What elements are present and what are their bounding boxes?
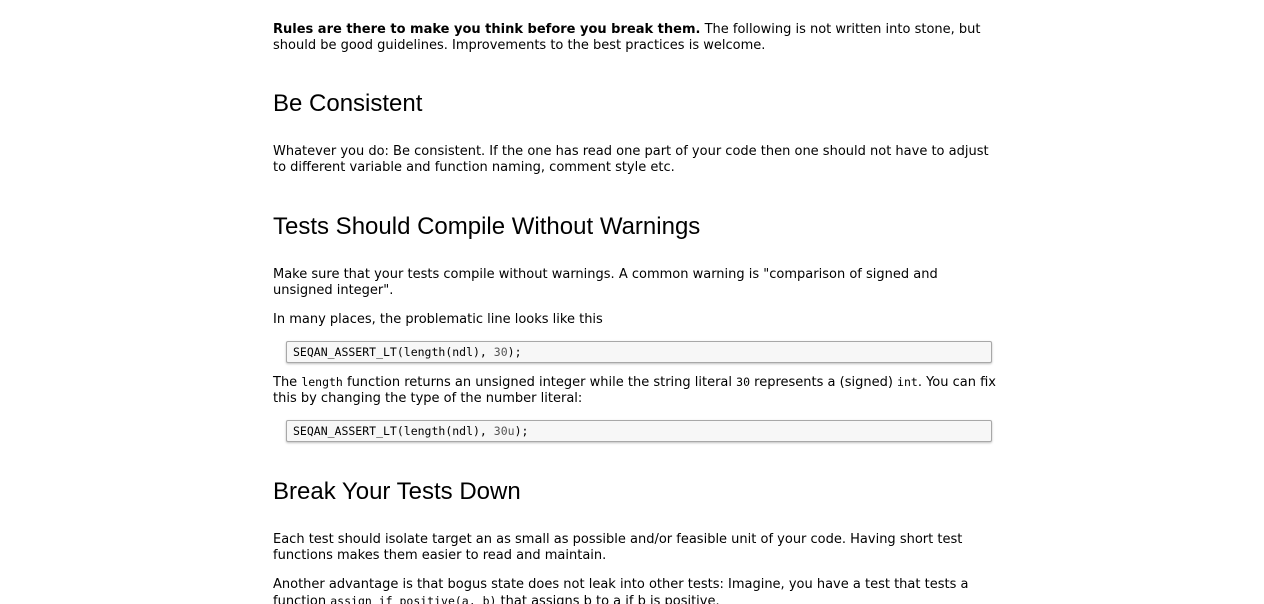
code-1-suffix: ); <box>507 345 522 359</box>
code-2-suffix: ); <box>514 424 529 438</box>
inline-code-length: length <box>301 375 343 389</box>
break-paragraph-1: Each test should isolate target an as sm… <box>273 532 963 563</box>
code-2-number: 30u <box>493 424 515 438</box>
para3-text-b: function returns an unsigned integer whi… <box>342 375 737 390</box>
para3-text-a: The <box>273 375 302 390</box>
code-2-prefix: SEQAN_ASSERT_LT(length(ndl), <box>293 424 494 438</box>
para3-text-c: represents a (signed) <box>750 375 898 390</box>
warnings-paragraph-3: The length function returns an unsigned … <box>273 374 997 407</box>
code-block-1: SEQAN_ASSERT_LT(length(ndl), 30); <box>286 341 992 363</box>
inline-code-int: int <box>897 375 918 389</box>
break-para2-text-b: that assigns b to a if b is positive. <box>496 594 720 604</box>
heading-break-tests-down: Break Your Tests Down <box>273 478 521 505</box>
consistent-paragraph: Whatever you do: Be consistent. If the o… <box>273 144 989 175</box>
warnings-paragraph-2: In many places, the problematic line loo… <box>273 312 603 327</box>
code-block-2: SEQAN_ASSERT_LT(length(ndl), 30u); <box>286 420 992 442</box>
heading-be-consistent: Be Consistent <box>273 90 423 117</box>
intro-bold: Rules are there to make you think before… <box>273 22 701 37</box>
document-body: Rules are there to make you think before… <box>273 22 997 604</box>
warnings-paragraph-1: Make sure that your tests compile withou… <box>273 267 938 298</box>
break-paragraph-2: Another advantage is that bogus state do… <box>273 577 997 604</box>
inline-code-30: 30 <box>736 375 751 389</box>
code-1-number: 30 <box>493 345 508 359</box>
heading-compile-without-warnings: Tests Should Compile Without Warnings <box>273 213 701 240</box>
inline-code-assign-if-positive: assign_if_positive(a, b) <box>330 594 497 604</box>
intro-paragraph: Rules are there to make you think before… <box>273 22 997 54</box>
code-1-prefix: SEQAN_ASSERT_LT(length(ndl), <box>293 345 494 359</box>
